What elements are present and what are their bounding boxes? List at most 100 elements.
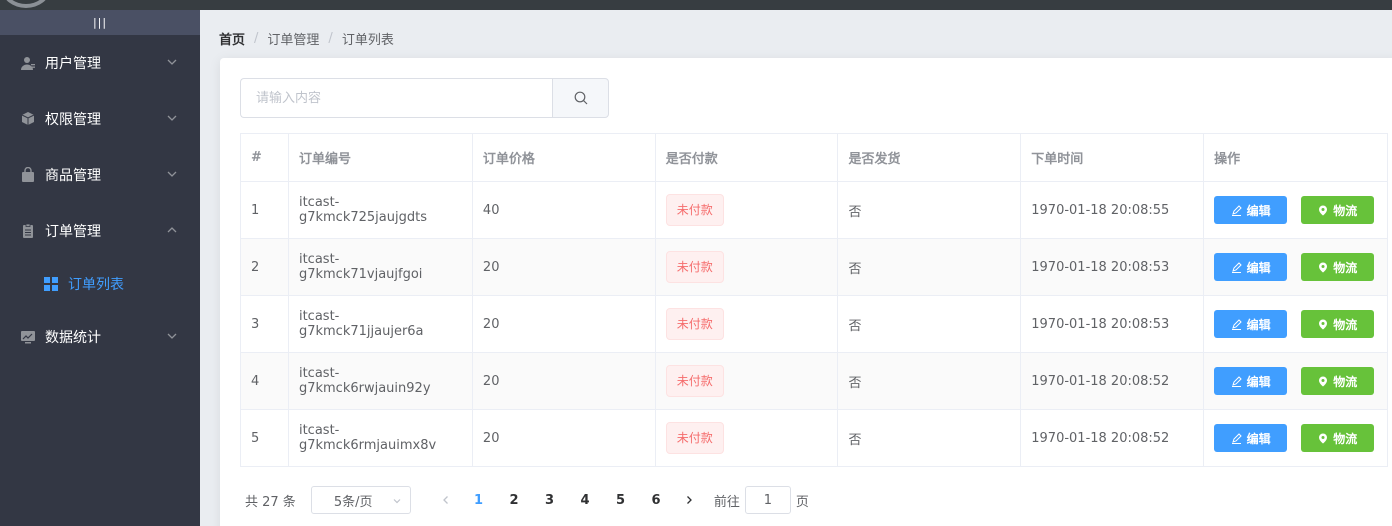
page-number[interactable]: 1 bbox=[461, 486, 497, 514]
order-card: # 订单编号 订单价格 是否付款 是否发货 下单时间 操作 1 itcast-g… bbox=[220, 58, 1392, 526]
main-content: 首页 / 订单管理 / 订单列表 # 订单编号 订单价格 是否付款 是否发货 bbox=[200, 10, 1392, 526]
order-number: itcast-g7kmck6rmjauimx8v bbox=[287, 409, 473, 467]
logistics-button[interactable]: 物流 bbox=[1301, 310, 1375, 338]
column-header: # bbox=[240, 133, 289, 182]
edit-icon bbox=[1231, 432, 1242, 444]
order-price: 20 bbox=[471, 238, 656, 296]
page-number[interactable]: 2 bbox=[496, 486, 532, 514]
table-row: 3 itcast-g7kmck71jjaujer6a 20 未付款 否 1970… bbox=[240, 295, 1388, 353]
shipped-status: 否 bbox=[837, 295, 1022, 353]
search-button[interactable] bbox=[552, 78, 609, 118]
pagination-total: 共 27 条 bbox=[245, 494, 296, 510]
order-time: 1970-01-18 20:08:52 bbox=[1020, 409, 1205, 467]
sidebar-item-orders[interactable]: 订单管理 bbox=[0, 203, 200, 259]
document-icon bbox=[20, 223, 36, 239]
breadcrumb-separator: / bbox=[254, 31, 259, 46]
chevron-down-icon bbox=[167, 59, 177, 65]
order-price: 20 bbox=[471, 295, 656, 353]
breadcrumb-item: 订单管理 bbox=[267, 33, 320, 48]
column-header: 操作 bbox=[1203, 133, 1388, 182]
column-header: 订单价格 bbox=[471, 133, 656, 182]
logistics-button[interactable]: 物流 bbox=[1301, 424, 1375, 452]
order-price: 40 bbox=[471, 181, 656, 239]
grid-icon bbox=[44, 277, 58, 291]
shipped-status: 否 bbox=[837, 238, 1022, 296]
row-index: 3 bbox=[240, 295, 289, 353]
breadcrumb-item: 订单列表 bbox=[341, 33, 394, 48]
column-header: 下单时间 bbox=[1020, 133, 1205, 182]
order-table: # 订单编号 订单价格 是否付款 是否发货 下单时间 操作 1 itcast-g… bbox=[240, 133, 1388, 467]
sidebar-item-users[interactable]: 用户管理 bbox=[0, 35, 200, 91]
edit-button[interactable]: 编辑 bbox=[1214, 196, 1288, 224]
breadcrumb: 首页 / 订单管理 / 订单列表 bbox=[219, 29, 394, 48]
location-icon bbox=[1319, 262, 1328, 272]
order-price: 20 bbox=[471, 409, 656, 467]
cube-icon bbox=[20, 111, 36, 127]
location-icon bbox=[1319, 205, 1328, 215]
order-number: itcast-g7kmck71vjaujfgoi bbox=[287, 238, 473, 296]
page-jumper: 前往 页 bbox=[714, 486, 809, 514]
shipped-status: 否 bbox=[837, 352, 1022, 410]
order-time: 1970-01-18 20:08:55 bbox=[1020, 181, 1205, 239]
sidebar-item-label: 订单管理 bbox=[45, 224, 101, 240]
chevron-down-icon bbox=[393, 499, 401, 504]
page-number[interactable]: 4 bbox=[567, 486, 603, 514]
logo bbox=[2, 0, 50, 8]
column-header: 是否付款 bbox=[654, 133, 839, 182]
column-header: 是否发货 bbox=[837, 133, 1022, 182]
chevron-down-icon bbox=[167, 333, 177, 339]
logistics-button[interactable]: 物流 bbox=[1301, 253, 1375, 281]
sidebar-item-statistics[interactable]: 数据统计 bbox=[0, 309, 200, 365]
table-row: 1 itcast-g7kmck725jaujgdts 40 未付款 否 1970… bbox=[240, 181, 1388, 239]
column-header: 订单编号 bbox=[287, 133, 473, 182]
row-index: 5 bbox=[240, 409, 289, 467]
bag-icon bbox=[20, 167, 36, 183]
edit-button[interactable]: 编辑 bbox=[1214, 424, 1288, 452]
edit-icon bbox=[1231, 261, 1242, 273]
table-row: 2 itcast-g7kmck71vjaujfgoi 20 未付款 否 1970… bbox=[240, 238, 1388, 296]
chevron-down-icon bbox=[167, 171, 177, 177]
sidebar-item-label: 权限管理 bbox=[45, 112, 101, 128]
location-icon bbox=[1319, 433, 1328, 443]
search-box bbox=[240, 78, 609, 118]
search-input[interactable] bbox=[240, 78, 552, 118]
edit-button[interactable]: 编辑 bbox=[1214, 310, 1288, 338]
row-index: 2 bbox=[240, 238, 289, 296]
page-number[interactable]: 6 bbox=[638, 486, 674, 514]
sidebar-item-label: 商品管理 bbox=[45, 168, 101, 184]
order-number: itcast-g7kmck71jjaujer6a bbox=[287, 295, 473, 353]
breadcrumb-home-link[interactable]: 首页 bbox=[219, 29, 245, 48]
order-time: 1970-01-18 20:08:53 bbox=[1020, 295, 1205, 353]
sidebar-item-label: 数据统计 bbox=[45, 330, 101, 346]
shipped-status: 否 bbox=[837, 181, 1022, 239]
logistics-button[interactable]: 物流 bbox=[1301, 196, 1375, 224]
edit-icon bbox=[1231, 318, 1242, 330]
sidebar-item-permissions[interactable]: 权限管理 bbox=[0, 91, 200, 147]
row-index: 4 bbox=[240, 352, 289, 410]
location-icon bbox=[1319, 376, 1328, 386]
table-row: 5 itcast-g7kmck6rmjauimx8v 20 未付款 否 1970… bbox=[240, 409, 1388, 467]
prev-page-button[interactable] bbox=[431, 486, 461, 514]
next-page-button[interactable] bbox=[674, 486, 704, 514]
edit-button[interactable]: 编辑 bbox=[1214, 367, 1288, 395]
page-number[interactable]: 5 bbox=[603, 486, 639, 514]
unpaid-tag: 未付款 bbox=[665, 422, 724, 454]
order-number: itcast-g7kmck6rwjauin92y bbox=[287, 352, 473, 410]
page-size-select[interactable]: 5条/页 bbox=[310, 486, 411, 514]
sidebar: ||| 用户管理 权限管理 商品管理 订单管理 订单列表 数据统计 bbox=[0, 10, 200, 526]
order-time: 1970-01-18 20:08:53 bbox=[1020, 238, 1205, 296]
sidebar-toggle-button[interactable]: ||| bbox=[0, 10, 200, 35]
order-number: itcast-g7kmck725jaujgdts bbox=[287, 181, 473, 239]
sidebar-subitem-order-list[interactable]: 订单列表 bbox=[0, 259, 200, 309]
edit-button[interactable]: 编辑 bbox=[1214, 253, 1288, 281]
goto-page-input[interactable] bbox=[744, 486, 791, 514]
top-header bbox=[0, 0, 1392, 10]
chevron-left-icon bbox=[442, 496, 448, 504]
edit-icon bbox=[1231, 375, 1242, 387]
location-icon bbox=[1319, 319, 1328, 329]
sidebar-item-label: 用户管理 bbox=[45, 56, 101, 72]
page-number[interactable]: 3 bbox=[532, 486, 568, 514]
sidebar-subitem-label: 订单列表 bbox=[68, 277, 124, 293]
sidebar-item-goods[interactable]: 商品管理 bbox=[0, 147, 200, 203]
logistics-button[interactable]: 物流 bbox=[1301, 367, 1375, 395]
